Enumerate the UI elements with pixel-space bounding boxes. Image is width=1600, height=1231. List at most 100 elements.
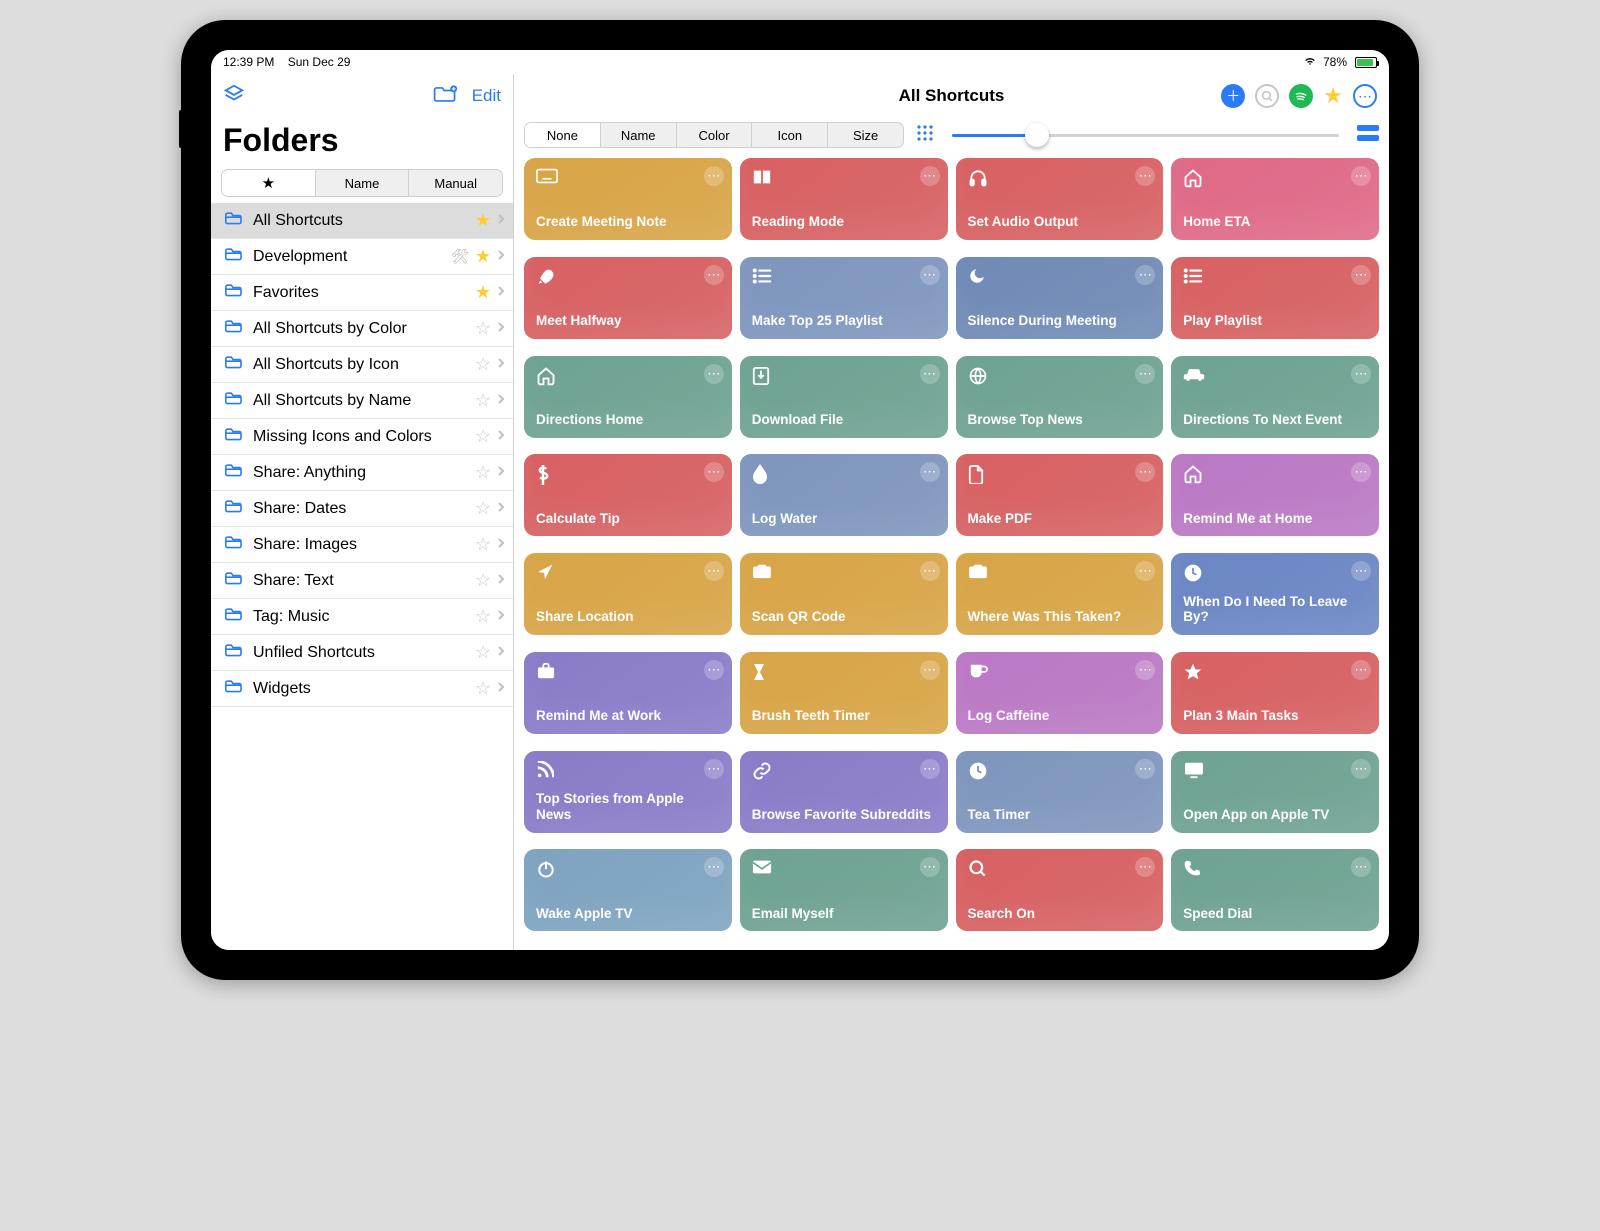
star-icon[interactable]: ☆	[475, 534, 491, 555]
shortcut-tile[interactable]: ⋯Brush Teeth Timer	[740, 652, 948, 734]
spotify-icon[interactable]	[1289, 84, 1313, 108]
shortcut-tile[interactable]: ⋯Search On	[956, 849, 1164, 931]
shortcut-tile[interactable]: ⋯Set Audio Output	[956, 158, 1164, 240]
shortcut-tile[interactable]: ⋯Tea Timer	[956, 751, 1164, 833]
tile-more-button[interactable]: ⋯	[1351, 857, 1371, 877]
tile-more-button[interactable]: ⋯	[920, 462, 940, 482]
tile-more-button[interactable]: ⋯	[1351, 364, 1371, 384]
tile-more-button[interactable]: ⋯	[1135, 364, 1155, 384]
tile-more-button[interactable]: ⋯	[1351, 462, 1371, 482]
sidebar-item[interactable]: Widgets☆	[211, 671, 513, 707]
star-icon[interactable]: ☆	[475, 354, 491, 375]
size-slider[interactable]	[952, 134, 1339, 137]
tile-more-button[interactable]: ⋯	[920, 660, 940, 680]
tile-more-button[interactable]: ⋯	[1135, 265, 1155, 285]
shortcut-tile[interactable]: ⋯Remind Me at Home	[1171, 454, 1379, 536]
shortcut-tile[interactable]: ⋯Top Stories from Apple News	[524, 751, 732, 833]
tile-more-button[interactable]: ⋯	[1135, 759, 1155, 779]
star-icon[interactable]: ☆	[475, 462, 491, 483]
slider-thumb[interactable]	[1025, 123, 1049, 147]
star-icon[interactable]: ☆	[475, 426, 491, 447]
grid-icon[interactable]	[916, 124, 934, 147]
sort-icon[interactable]: Icon	[752, 123, 828, 147]
sort-name[interactable]: Name	[601, 123, 677, 147]
shortcut-tile[interactable]: ⋯Where Was This Taken?	[956, 553, 1164, 635]
tile-more-button[interactable]: ⋯	[1351, 166, 1371, 186]
shortcut-tile[interactable]: ⋯Plan 3 Main Tasks	[1171, 652, 1379, 734]
tile-more-button[interactable]: ⋯	[704, 265, 724, 285]
shortcut-tile[interactable]: ⋯Silence During Meeting	[956, 257, 1164, 339]
tile-more-button[interactable]: ⋯	[920, 759, 940, 779]
shortcut-tile[interactable]: ⋯Home ETA	[1171, 158, 1379, 240]
shortcut-tile[interactable]: ⋯Email Myself	[740, 849, 948, 931]
shortcut-tile[interactable]: ⋯Log Caffeine	[956, 652, 1164, 734]
sidebar-item[interactable]: All Shortcuts by Color☆	[211, 311, 513, 347]
tile-more-button[interactable]: ⋯	[704, 364, 724, 384]
tile-more-button[interactable]: ⋯	[1351, 759, 1371, 779]
sidebar-item[interactable]: All Shortcuts by Icon☆	[211, 347, 513, 383]
star-icon[interactable]: ☆	[475, 498, 491, 519]
shortcut-tile[interactable]: ⋯Remind Me at Work	[524, 652, 732, 734]
shortcut-tile[interactable]: ⋯Directions To Next Event	[1171, 356, 1379, 438]
sidebar-item[interactable]: Share: Dates☆	[211, 491, 513, 527]
tile-more-button[interactable]: ⋯	[920, 857, 940, 877]
shortcut-tile[interactable]: ⋯Create Meeting Note	[524, 158, 732, 240]
shortcut-tile[interactable]: ⋯Scan QR Code	[740, 553, 948, 635]
star-icon[interactable]: ☆	[475, 642, 491, 663]
tile-more-button[interactable]: ⋯	[704, 462, 724, 482]
shortcut-tile[interactable]: ⋯Browse Favorite Subreddits	[740, 751, 948, 833]
star-button[interactable]: ★	[1323, 83, 1343, 109]
shortcut-tile[interactable]: ⋯Make PDF	[956, 454, 1164, 536]
sort-color[interactable]: Color	[677, 123, 753, 147]
shortcut-tile[interactable]: ⋯Make Top 25 Playlist	[740, 257, 948, 339]
tile-more-button[interactable]: ⋯	[704, 857, 724, 877]
sidebar-item[interactable]: Unfiled Shortcuts☆	[211, 635, 513, 671]
sidebar-item[interactable]: Share: Images☆	[211, 527, 513, 563]
seg-manual[interactable]: Manual	[409, 170, 502, 196]
tile-more-button[interactable]: ⋯	[1351, 561, 1371, 581]
rows-icon[interactable]	[1357, 125, 1379, 146]
shortcut-tile[interactable]: ⋯Log Water	[740, 454, 948, 536]
shortcut-tile[interactable]: ⋯When Do I Need To Leave By?	[1171, 553, 1379, 635]
tile-more-button[interactable]: ⋯	[920, 561, 940, 581]
edit-button[interactable]: Edit	[472, 86, 501, 106]
tile-more-button[interactable]: ⋯	[1351, 265, 1371, 285]
shortcut-tile[interactable]: ⋯Calculate Tip	[524, 454, 732, 536]
tile-more-button[interactable]: ⋯	[704, 759, 724, 779]
search-button[interactable]	[1255, 84, 1279, 108]
shortcut-tile[interactable]: ⋯Directions Home	[524, 356, 732, 438]
sidebar-item[interactable]: Tag: Music☆	[211, 599, 513, 635]
shortcut-tile[interactable]: ⋯Play Playlist	[1171, 257, 1379, 339]
sidebar-item[interactable]: All Shortcuts★	[211, 203, 513, 239]
star-icon[interactable]: ★	[475, 246, 491, 267]
sort-none[interactable]: None	[525, 123, 601, 147]
shortcut-tile[interactable]: ⋯Wake Apple TV	[524, 849, 732, 931]
sidebar-sort-seg[interactable]: ★ Name Manual	[221, 169, 503, 197]
tile-more-button[interactable]: ⋯	[1135, 166, 1155, 186]
more-button[interactable]: ⋯	[1353, 84, 1377, 108]
tile-more-button[interactable]: ⋯	[1135, 561, 1155, 581]
shortcut-tile[interactable]: ⋯Share Location	[524, 553, 732, 635]
star-icon[interactable]: ★	[475, 282, 491, 303]
tile-more-button[interactable]: ⋯	[1135, 857, 1155, 877]
sidebar-item[interactable]: Share: Anything☆	[211, 455, 513, 491]
star-icon[interactable]: ★	[475, 210, 491, 231]
tile-more-button[interactable]: ⋯	[1135, 660, 1155, 680]
add-folder-icon[interactable]	[432, 83, 458, 110]
add-button[interactable]: ＋	[1221, 84, 1245, 108]
sidebar-item[interactable]: Missing Icons and Colors☆	[211, 419, 513, 455]
star-icon[interactable]: ☆	[475, 390, 491, 411]
shortcut-tile[interactable]: ⋯Open App on Apple TV	[1171, 751, 1379, 833]
sort-size[interactable]: Size	[828, 123, 903, 147]
tile-more-button[interactable]: ⋯	[1351, 660, 1371, 680]
seg-favorites[interactable]: ★	[222, 170, 316, 196]
tile-more-button[interactable]: ⋯	[704, 660, 724, 680]
layers-icon[interactable]	[223, 83, 245, 110]
star-icon[interactable]: ☆	[475, 570, 491, 591]
sidebar-item[interactable]: All Shortcuts by Name☆	[211, 383, 513, 419]
star-icon[interactable]: ☆	[475, 318, 491, 339]
tile-more-button[interactable]: ⋯	[920, 166, 940, 186]
star-icon[interactable]: ☆	[475, 678, 491, 699]
sidebar-item[interactable]: Share: Text☆	[211, 563, 513, 599]
tile-more-button[interactable]: ⋯	[1135, 462, 1155, 482]
